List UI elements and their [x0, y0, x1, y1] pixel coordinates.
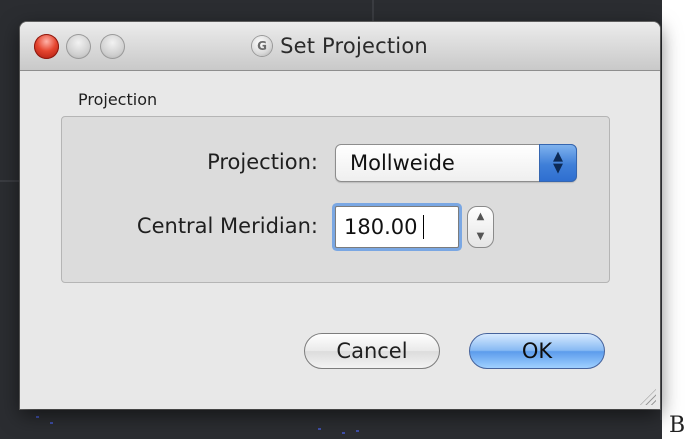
central-meridian-stepper[interactable]: ▲ ▼	[467, 206, 494, 248]
projection-group-box	[61, 116, 610, 283]
app-g-icon: G	[252, 36, 273, 56]
central-meridian-input[interactable]: 180.00	[335, 206, 459, 248]
resize-grip-icon[interactable]	[640, 389, 656, 405]
window-title: Set Projection	[280, 34, 428, 58]
map-point	[50, 422, 53, 424]
map-point	[356, 430, 359, 432]
map-point	[342, 432, 345, 434]
graticule-line	[660, 120, 662, 420]
central-meridian-value: 180.00	[344, 215, 418, 239]
projection-field-label: Projection:	[207, 150, 318, 174]
text-caret	[423, 215, 424, 239]
central-meridian-label: Central Meridian:	[136, 214, 318, 238]
map-point	[36, 416, 39, 418]
select-arrows-icon: ▲ ▼	[539, 144, 577, 182]
cancel-button[interactable]: Cancel	[304, 333, 440, 369]
title-bar[interactable]: G Set Projection	[20, 22, 660, 71]
graticule-line	[0, 180, 20, 182]
stray-letter: B	[669, 413, 686, 438]
projection-selected-value: Mollweide	[350, 151, 455, 175]
title-group: G Set Projection	[20, 32, 660, 60]
ok-button[interactable]: OK	[469, 333, 605, 369]
stepper-up-icon[interactable]: ▲	[477, 212, 485, 222]
stepper-down-icon[interactable]: ▼	[477, 232, 485, 242]
map-point	[318, 428, 321, 430]
projection-select[interactable]: Mollweide ▲ ▼	[335, 144, 577, 182]
projection-group-label: Projection	[78, 90, 158, 109]
set-projection-dialog: G Set Projection Projection Projection: …	[20, 22, 660, 409]
